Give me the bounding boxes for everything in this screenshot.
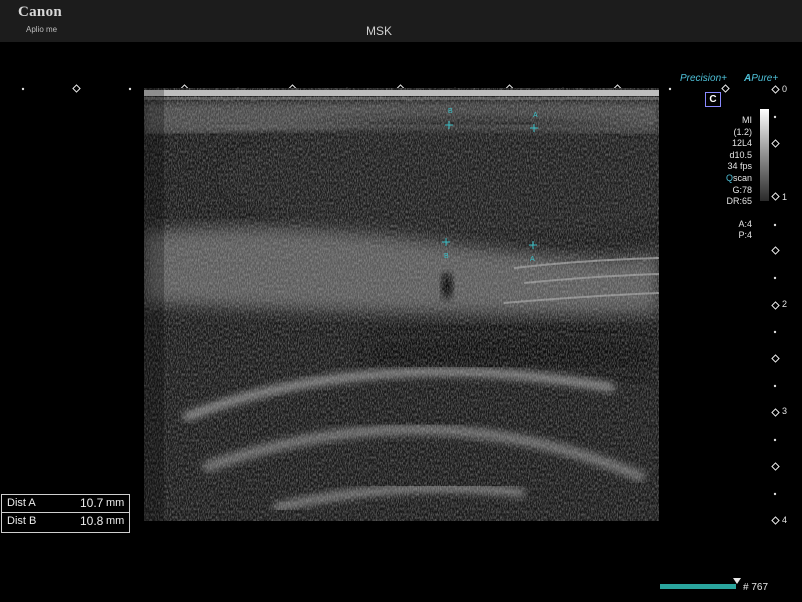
- measurement-value: 10.8: [80, 514, 104, 528]
- measurement-name: Dist B: [7, 515, 37, 527]
- depth-label-3: 3: [782, 406, 788, 416]
- lateral-dot: [21, 87, 25, 91]
- qscan-label: Qscan: [725, 172, 752, 183]
- measurement-unit: mm: [106, 515, 125, 527]
- caliper-label-top-b: B: [448, 108, 453, 115]
- depth-label-0: 0: [782, 84, 788, 94]
- ultrasound-render: [144, 88, 659, 521]
- model-name: Aplio me: [26, 25, 58, 34]
- caliper-label-bottom-a: A: [530, 256, 535, 263]
- probe-name: 12L4: [731, 138, 752, 149]
- depth-diamond: [771, 462, 780, 471]
- measurement-row[interactable]: Dist B 10.8 mm: [2, 513, 129, 530]
- measurement-value: 10.7: [80, 496, 104, 510]
- caliper-label-bottom-b: B: [444, 253, 449, 260]
- a-value: A:4: [738, 218, 752, 229]
- frame-number: # 767: [743, 582, 769, 593]
- preset-name: MSK: [366, 24, 393, 38]
- depth-dot: [773, 492, 777, 496]
- depth-diamond: [771, 139, 780, 148]
- depth-diamond: [771, 246, 780, 255]
- frame-rate: 34 fps: [727, 161, 752, 172]
- depth-diamond: [771, 301, 780, 310]
- lateral-dot: [128, 87, 132, 91]
- depth-dot: [773, 438, 777, 442]
- ultrasound-image[interactable]: [144, 88, 659, 521]
- measurement-name: Dist A: [7, 497, 36, 509]
- cine-marker-icon[interactable]: [733, 578, 741, 584]
- depth-scale: 0 1 2 3 4: [764, 80, 802, 530]
- cine-slider[interactable]: [660, 584, 736, 589]
- depth-label-1: 1: [782, 192, 788, 202]
- depth-dot: [773, 276, 777, 280]
- mi-label: MI: [742, 115, 752, 125]
- imaging-parameters: MI (1.2) 12L4 d10.5 34 fps Qscan G:78 DR…: [690, 115, 752, 242]
- depth-label-4: 4: [782, 515, 788, 525]
- brand-logo: Canon: [18, 4, 63, 20]
- depth-dot: [773, 223, 777, 227]
- lateral-dot: [668, 87, 672, 91]
- depth-dot: [773, 330, 777, 334]
- measurement-results[interactable]: Dist A 10.7 mm Dist B 10.8 mm: [1, 494, 130, 533]
- p-value: P:4: [738, 230, 752, 241]
- depth-diamond: [771, 192, 780, 201]
- mode-badge[interactable]: C: [705, 92, 721, 107]
- measurement-row[interactable]: Dist A 10.7 mm: [2, 495, 129, 512]
- lateral-diamond: [72, 84, 81, 93]
- precision-label: Precision+: [680, 73, 727, 84]
- depth-dot: [773, 115, 777, 119]
- depth-dot: [773, 384, 777, 388]
- caliper-label-top-a: A: [533, 112, 538, 119]
- depth-diamond: [771, 85, 780, 94]
- depth-diamond: [771, 408, 780, 417]
- measurement-unit: mm: [106, 497, 125, 509]
- lateral-diamond: [721, 84, 730, 93]
- gain-value: G:78: [732, 184, 752, 195]
- depth-diamond: [771, 354, 780, 363]
- mi-value: (1.2): [733, 126, 752, 137]
- dynamic-range: DR:65: [726, 196, 752, 207]
- depth-diamond: [771, 516, 780, 525]
- header-bar: [0, 0, 802, 42]
- depth-value: d10.5: [729, 149, 752, 160]
- depth-label-2: 2: [782, 299, 788, 309]
